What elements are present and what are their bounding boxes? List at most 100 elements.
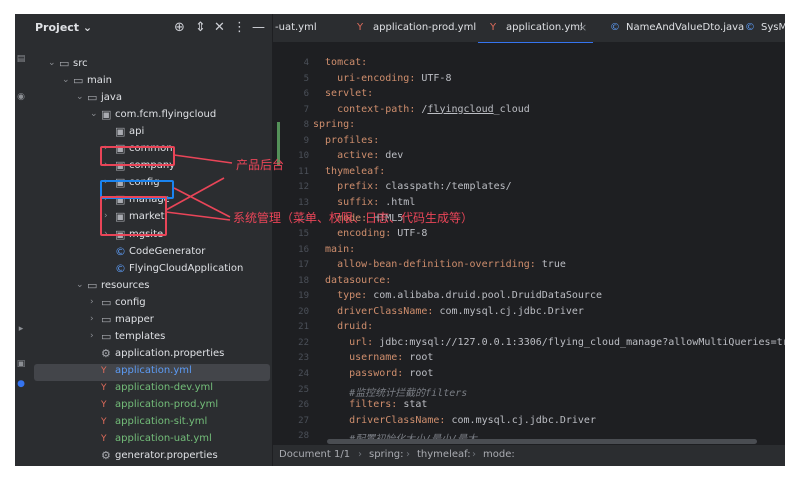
breadcrumb-item[interactable]: spring: bbox=[369, 449, 404, 460]
tree-item-label: generator.properties bbox=[115, 450, 218, 462]
code-line[interactable]: spring: bbox=[313, 119, 355, 135]
line-number: 15 bbox=[298, 229, 309, 240]
tree-item-resources[interactable]: ⌄ ▭ resources bbox=[27, 279, 272, 296]
code-line[interactable]: driverClassName: com.mysql.cj.jdbc.Drive… bbox=[313, 306, 584, 322]
tree-item-application-prod-yml[interactable]: Yapplication-prod.yml bbox=[27, 398, 272, 415]
code-line[interactable]: uri-encoding: UTF-8 bbox=[313, 73, 451, 89]
hide-panel-icon[interactable]: — bbox=[252, 20, 265, 35]
yaml-file-icon: Y bbox=[101, 417, 107, 428]
folder-icon[interactable]: ▤ bbox=[16, 54, 26, 64]
close-icon[interactable]: × bbox=[578, 21, 587, 34]
breadcrumb-item[interactable]: thymeleaf: bbox=[417, 449, 471, 460]
tree-item-application-sit-yml[interactable]: Yapplication-sit.yml bbox=[27, 415, 272, 432]
chevron-down-icon[interactable]: ⌄ bbox=[76, 280, 84, 290]
line-number: 7 bbox=[303, 104, 309, 115]
project-panel-title[interactable]: Project ⌄ bbox=[35, 21, 92, 34]
editor-tab[interactable]: Yapplication-prod.yml bbox=[345, 14, 476, 42]
tree-item-label: src bbox=[73, 58, 88, 69]
package-icon: ▣ bbox=[101, 108, 112, 122]
tree-item-config[interactable]: › ▭ config bbox=[27, 296, 272, 313]
line-number: 21 bbox=[298, 322, 309, 333]
code-token: #监控统计拦截的filters bbox=[313, 387, 468, 399]
tree-item-mapper[interactable]: › ▭ mapper bbox=[27, 313, 272, 330]
code-line[interactable]: profiles: bbox=[313, 135, 379, 151]
code-token: spring: bbox=[313, 119, 356, 131]
code-line[interactable]: filters: stat bbox=[313, 399, 427, 415]
tree-item-application-properties[interactable]: ⚙ application.properties bbox=[27, 347, 272, 364]
code-token: root bbox=[409, 352, 434, 364]
folder-icon: ▭ bbox=[101, 329, 112, 343]
editor-tab[interactable]: © NameAndValueDto.java bbox=[598, 14, 744, 42]
code-line[interactable]: prefix: classpath:/templates/ bbox=[313, 181, 512, 197]
tree-item-main[interactable]: ⌄ ▭ main bbox=[27, 74, 272, 91]
options-icon[interactable]: ⋮ bbox=[233, 20, 246, 35]
code-token: servlet: bbox=[313, 88, 374, 100]
tree-item-generator-properties[interactable]: ⚙ generator.properties bbox=[27, 449, 272, 466]
java-class-icon: © bbox=[745, 22, 755, 33]
code-token: UTF-8 bbox=[421, 72, 452, 84]
tree-item-application-uat-yml[interactable]: Yapplication-uat.yml bbox=[27, 432, 272, 449]
line-number: 27 bbox=[298, 415, 309, 426]
editor-tab[interactable]: © SysMen bbox=[733, 14, 785, 42]
code-line[interactable]: type: com.alibaba.druid.pool.DruidDataSo… bbox=[313, 290, 602, 306]
tree-item-application-yml[interactable]: Yapplication.yml bbox=[34, 363, 270, 381]
breadcrumb-item[interactable]: mode: bbox=[483, 449, 515, 460]
code-token: profiles: bbox=[313, 134, 380, 146]
code-line[interactable]: servlet: bbox=[313, 88, 373, 104]
code-token: url: bbox=[313, 336, 380, 348]
code-line[interactable]: password: root bbox=[313, 368, 433, 384]
tree-item-label: java bbox=[101, 92, 122, 104]
tree-item-java[interactable]: ⌄ ▭ java bbox=[27, 91, 272, 108]
document-indicator[interactable]: Document 1/1 bbox=[279, 449, 350, 460]
commit-icon[interactable]: ◉ bbox=[16, 92, 26, 102]
tree-item-codegenerator[interactable]: © CodeGenerator bbox=[27, 245, 272, 262]
notifications-icon[interactable]: ● bbox=[16, 379, 26, 389]
line-number: 9 bbox=[303, 135, 309, 146]
expand-collapse-icon[interactable]: ⇕ bbox=[195, 20, 206, 35]
code-line[interactable]: allow-bean-definition-overriding: true bbox=[313, 259, 566, 275]
code-editor[interactable]: tomcat: uri-encoding: UTF-8 servlet: con… bbox=[313, 43, 785, 443]
chevron-right-icon[interactable]: › bbox=[90, 297, 94, 307]
code-line[interactable]: context-path: /flyingcloud_cloud bbox=[313, 104, 530, 120]
chevron-down-icon[interactable]: ⌄ bbox=[62, 75, 70, 85]
code-line[interactable]: encoding: UTF-8 bbox=[313, 228, 427, 244]
code-line[interactable]: url: jdbc:mysql://127.0.0.1:3306/flying_… bbox=[313, 337, 785, 353]
line-number: 17 bbox=[298, 260, 309, 271]
code-line[interactable]: tomcat: bbox=[313, 57, 367, 73]
line-number: 4 bbox=[303, 58, 309, 68]
collapse-all-icon[interactable]: ✕ bbox=[214, 20, 225, 35]
code-line[interactable]: thymeleaf: bbox=[313, 166, 385, 182]
line-number: 20 bbox=[298, 306, 309, 317]
code-line[interactable]: username: root bbox=[313, 352, 433, 368]
terminal-icon[interactable]: ▣ bbox=[16, 359, 26, 369]
code-line[interactable]: datasource: bbox=[313, 275, 391, 291]
tree-item-templates[interactable]: › ▭ templates bbox=[27, 330, 272, 347]
code-line[interactable]: druid: bbox=[313, 321, 373, 337]
tree-item-application-dev-yml[interactable]: Yapplication-dev.yml bbox=[27, 381, 272, 398]
chevron-down-icon[interactable]: ⌄ bbox=[48, 58, 56, 68]
tree-item-src[interactable]: ⌄ ▭ src bbox=[27, 57, 272, 74]
code-line[interactable]: active: dev bbox=[313, 150, 403, 166]
run-icon[interactable]: ▸ bbox=[16, 324, 26, 334]
code-token: root bbox=[409, 368, 434, 379]
line-number: 8 bbox=[303, 120, 309, 131]
chevron-right-icon[interactable]: › bbox=[90, 331, 94, 341]
editor-tab-label: application.yml bbox=[506, 22, 583, 33]
chevron-down-icon[interactable]: ⌄ bbox=[90, 109, 98, 119]
code-line[interactable]: main: bbox=[313, 244, 355, 260]
chevron-right-icon[interactable]: › bbox=[90, 314, 94, 324]
code-line[interactable]: #监控统计拦截的filters bbox=[313, 384, 467, 400]
line-number: 26 bbox=[298, 400, 309, 411]
chevron-down-icon[interactable]: ⌄ bbox=[76, 92, 84, 102]
tree-item-com-fcm-flyingcloud[interactable]: ⌄ ▣ com.fcm.flyingcloud bbox=[27, 108, 272, 125]
code-line[interactable]: driverClassName: com.mysql.cj.jdbc.Drive… bbox=[313, 415, 596, 431]
tree-item-api[interactable]: ▣ api bbox=[27, 125, 272, 142]
editor-tab[interactable]: Yapplication.yml × bbox=[478, 14, 593, 44]
code-token: .html bbox=[385, 196, 416, 208]
editor-tab[interactable]: -uat.yml bbox=[273, 14, 341, 42]
breadcrumb-separator: › bbox=[406, 449, 410, 460]
locate-icon[interactable]: ⊕ bbox=[174, 20, 185, 35]
tree-item-flyingcloudapplication[interactable]: © FlyingCloudApplication bbox=[27, 262, 272, 279]
tree-item-label: resources bbox=[101, 279, 150, 291]
code-token: driverClassName: bbox=[313, 305, 440, 317]
